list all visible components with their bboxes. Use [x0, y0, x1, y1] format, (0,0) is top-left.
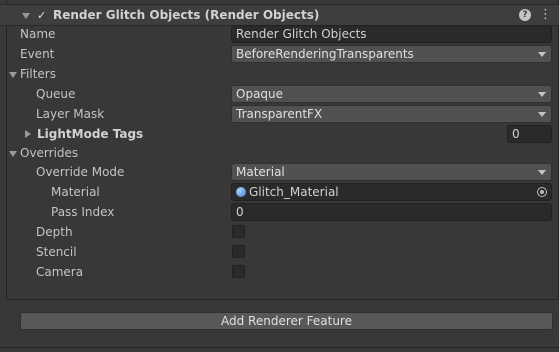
feature-title: Render Glitch Objects (Render Objects)	[53, 8, 320, 22]
lightmode-tags-count-input[interactable]: 0	[507, 125, 552, 143]
depth-checkbox[interactable]	[232, 225, 245, 238]
overrides-label[interactable]: Overrides	[20, 143, 78, 163]
lightmode-foldout-arrow-icon[interactable]	[25, 130, 31, 138]
lightmode-tags-label[interactable]: LightMode Tags	[37, 124, 143, 144]
pass-index-input[interactable]: 0	[231, 203, 552, 221]
event-dropdown-value: BeforeRenderingTransparents	[236, 47, 414, 61]
queue-dropdown-arrow-icon	[538, 92, 546, 97]
material-label: Material	[51, 185, 100, 199]
filters-label[interactable]: Filters	[20, 64, 56, 84]
settings-icon[interactable]: ⋮	[539, 7, 552, 23]
queue-dropdown[interactable]: Opaque	[231, 85, 552, 103]
material-sphere-icon	[236, 187, 246, 197]
override-mode-dropdown-value: Material	[236, 165, 285, 179]
object-picker-icon[interactable]	[537, 187, 547, 197]
depth-label: Depth	[36, 225, 73, 239]
help-icon[interactable]: ?	[519, 9, 531, 21]
stencil-label: Stencil	[36, 245, 77, 259]
queue-dropdown-value: Opaque	[236, 87, 284, 101]
override-mode-dropdown[interactable]: Material	[231, 163, 552, 181]
feature-header[interactable]: ✓ Render Glitch Objects (Render Objects)…	[0, 4, 559, 26]
add-renderer-feature-button[interactable]: Add Renderer Feature	[20, 312, 553, 330]
layer-mask-dropdown-value: TransparentFX	[236, 107, 323, 121]
name-label: Name	[20, 27, 56, 41]
override-mode-label: Override Mode	[36, 165, 125, 179]
overrides-foldout-arrow-icon[interactable]	[9, 151, 17, 157]
camera-label: Camera	[36, 265, 84, 279]
event-label: Event	[20, 47, 55, 61]
header-enable-checkbox[interactable]: ✓	[37, 10, 48, 21]
render-feature-inspector: ✓ Render Glitch Objects (Render Objects)…	[0, 0, 559, 352]
event-dropdown[interactable]: BeforeRenderingTransparents	[231, 45, 552, 63]
material-object-field[interactable]: Glitch_Material	[231, 183, 552, 201]
filters-foldout-arrow-icon[interactable]	[9, 72, 17, 78]
camera-checkbox[interactable]	[232, 265, 245, 278]
layer-mask-dropdown-arrow-icon	[538, 112, 546, 117]
layer-mask-label: Layer Mask	[36, 107, 105, 121]
material-value: Glitch_Material	[249, 185, 339, 199]
queue-label: Queue	[36, 87, 76, 101]
override-mode-dropdown-arrow-icon	[538, 170, 546, 175]
bottom-divider	[0, 347, 559, 348]
event-dropdown-arrow-icon	[538, 52, 546, 57]
name-input[interactable]: Render Glitch Objects	[231, 25, 552, 43]
header-foldout-arrow-icon[interactable]	[22, 13, 30, 19]
layer-mask-dropdown[interactable]: TransparentFX	[231, 105, 552, 123]
stencil-checkbox[interactable]	[232, 245, 245, 258]
pass-index-label: Pass Index	[51, 205, 115, 219]
